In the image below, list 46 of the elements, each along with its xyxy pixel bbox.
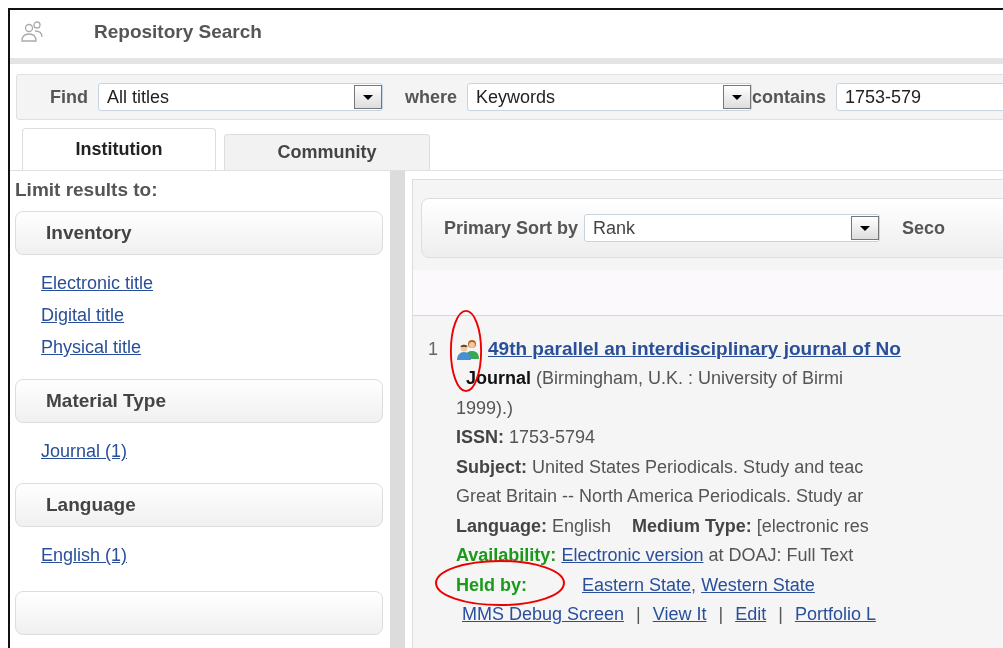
filter-link[interactable]: English (1) xyxy=(41,543,388,567)
section-header[interactable]: Language xyxy=(15,483,383,527)
result-title-link[interactable]: 49th parallel an interdisciplinary journal of No xyxy=(488,338,901,360)
find-label: Find xyxy=(50,86,88,108)
action-link[interactable]: MMS Debug Screen xyxy=(462,604,625,624)
availability-text: at DOAJ: Full Text xyxy=(708,545,854,565)
section-header[interactable]: Material Type xyxy=(15,379,383,423)
filter-link[interactable]: Journal (1) xyxy=(41,439,388,463)
subject-line: Subject: United States Periodicals. Study and teac xyxy=(455,455,865,479)
sidebar-heading: Limit results to: xyxy=(15,179,159,201)
where-dropdown[interactable]: Keywords xyxy=(467,83,753,111)
link-separator: , xyxy=(691,574,697,595)
sort-label: Primary Sort by xyxy=(444,217,579,239)
section-header[interactable] xyxy=(15,591,383,635)
language-line: Language: English xyxy=(456,515,612,536)
medium-type-line: Medium Type: [electronic res xyxy=(632,515,869,536)
section-header[interactable]: Inventory xyxy=(15,211,383,255)
institution-link[interactable]: Eastern State xyxy=(582,574,692,595)
window-title: Repository Search xyxy=(94,21,262,43)
find-dropdown[interactable]: All titles xyxy=(98,83,383,111)
tab[interactable]: Community xyxy=(224,134,430,170)
held-by-label: Held by: xyxy=(456,573,527,597)
people-icon xyxy=(456,337,480,361)
issn-line: ISSN: 1753-5794 xyxy=(455,426,597,449)
filter-link[interactable]: Digital title xyxy=(41,303,388,327)
subject-line: Great Britain -- North America Periodicals. Study ar xyxy=(455,485,865,508)
filter-link[interactable]: Electronic title xyxy=(41,271,388,295)
electronic-version-link[interactable]: Electronic version xyxy=(561,545,704,565)
action-link[interactable]: Edit xyxy=(735,604,767,624)
action-link[interactable]: Portfolio L xyxy=(794,604,876,624)
secondary-sort-label: Seco xyxy=(902,217,946,239)
link-separator: | xyxy=(718,604,724,624)
link-separator: | xyxy=(636,604,641,624)
people-icon xyxy=(20,20,44,44)
availability-label: Availability: xyxy=(456,545,557,565)
result-number: 1 xyxy=(428,338,439,360)
publication-info: 1999).) xyxy=(455,396,515,420)
search-field[interactable]: 1753-579 xyxy=(836,83,1003,111)
sort-dropdown[interactable]: Rank xyxy=(584,214,881,242)
institution-link[interactable]: Western State xyxy=(701,574,815,595)
filter-link[interactable]: Physical title xyxy=(41,335,388,359)
tab[interactable]: Institution xyxy=(22,128,216,170)
where-label: where xyxy=(405,86,458,108)
action-link[interactable]: View It xyxy=(652,604,707,624)
contains-label: contains xyxy=(752,86,827,108)
link-separator: | xyxy=(778,604,783,624)
